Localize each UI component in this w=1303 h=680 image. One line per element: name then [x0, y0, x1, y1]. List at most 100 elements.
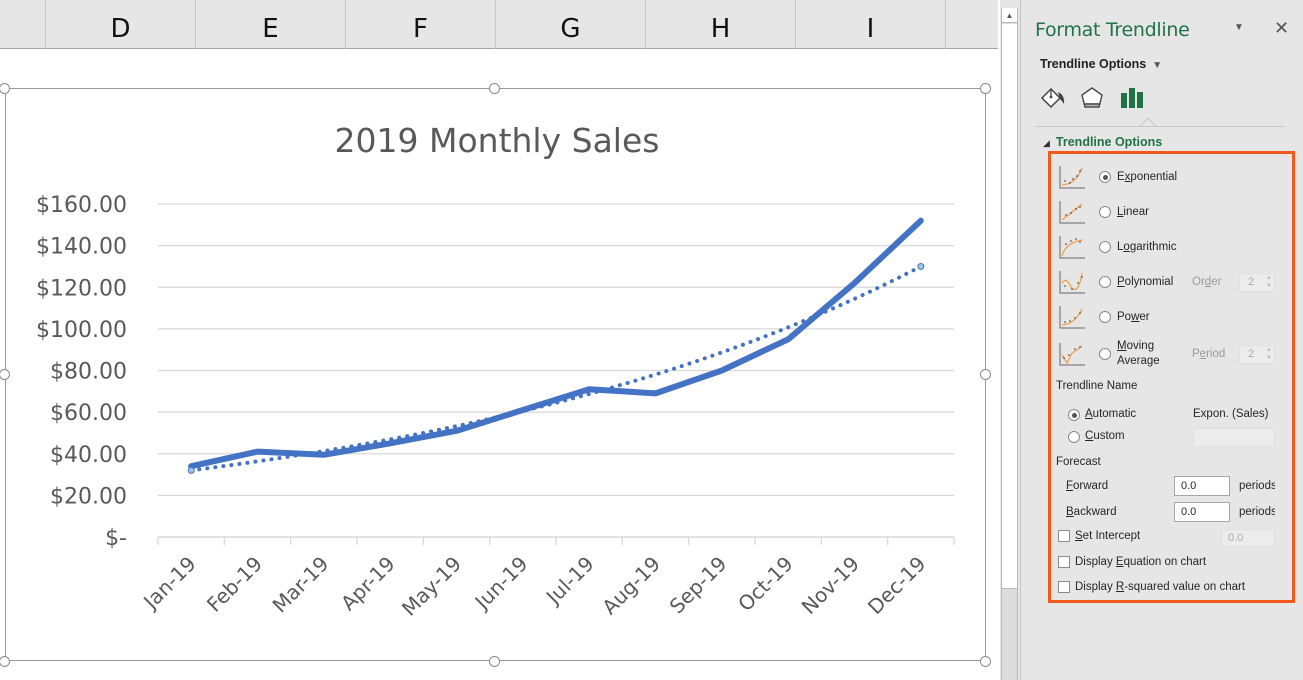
pane-options-dropdown-icon[interactable]: ▼: [1234, 22, 1244, 33]
trendline-type-power[interactable]: Power: [1058, 304, 1150, 330]
resize-handle-top-right[interactable]: [980, 83, 991, 94]
y-tick-label: $160.00: [36, 193, 127, 218]
label-power: Power: [1117, 311, 1150, 323]
x-tick-label: Oct-19: [733, 552, 798, 617]
radio-automatic[interactable]: [1068, 409, 1080, 421]
forward-periods-input[interactable]: 0.0: [1174, 476, 1230, 496]
x-tick-label: May-19: [397, 552, 466, 621]
column-header-i[interactable]: I: [795, 0, 945, 49]
radio-exponential[interactable]: [1099, 171, 1111, 183]
backward-periods-input[interactable]: 0.0: [1174, 502, 1230, 522]
collapse-triangle-icon: ◢: [1043, 138, 1050, 148]
x-tick-label: Mar-19: [268, 552, 334, 618]
column-header-partial[interactable]: [945, 0, 998, 49]
scroll-up-arrow-icon[interactable]: ▲: [1002, 8, 1017, 23]
options-category-label: Trendline Options: [1040, 57, 1147, 71]
close-icon[interactable]: ✕: [1274, 18, 1289, 39]
spinner-arrows-icon[interactable]: ▲ ▼: [1266, 274, 1272, 290]
label-automatic: Automatic: [1085, 408, 1137, 420]
series-line-sales: [188, 217, 924, 470]
bar-chart-icon[interactable]: [1118, 84, 1146, 112]
line-chart: 2019 Monthly Sales $- $20.00 $40.00 $60.00 $…: [36, 121, 955, 621]
resize-handle-bottom-left[interactable]: [0, 656, 10, 667]
power-trend-icon: [1059, 306, 1085, 329]
y-tick-label: $60.00: [50, 401, 127, 426]
display-equation-checkbox[interactable]: [1058, 556, 1070, 568]
radio-power[interactable]: [1099, 311, 1111, 323]
radio-custom[interactable]: [1068, 431, 1080, 443]
trendline-exponential: [189, 264, 923, 473]
y-tick-label: $40.00: [50, 443, 127, 468]
x-tick-label: Jun-19: [469, 552, 533, 616]
label-logarithmic: Logarithmic: [1117, 241, 1177, 253]
trendline-type-polynomial[interactable]: Polynomial: [1058, 269, 1173, 295]
column-header-d[interactable]: D: [45, 0, 195, 49]
order-value: 2: [1248, 276, 1255, 288]
spinner-arrows-icon[interactable]: ▲ ▼: [1266, 346, 1272, 362]
chart-area[interactable]: 2019 Monthly Sales $- $20.00 $40.00 $60.00 $…: [5, 88, 986, 661]
period-spinner[interactable]: 2 ▲ ▼: [1239, 345, 1275, 364]
radio-logarithmic[interactable]: [1099, 241, 1111, 253]
set-intercept-label: Set Intercept: [1075, 530, 1141, 542]
column-header-bar: D E F G H I: [0, 0, 998, 49]
resize-handle-bottom-right[interactable]: [980, 656, 991, 667]
y-tick-label: $80.00: [50, 360, 127, 385]
radio-moving-average[interactable]: [1099, 348, 1111, 360]
column-header-h[interactable]: H: [645, 0, 795, 49]
resize-handle-top[interactable]: [489, 83, 500, 94]
worksheet[interactable]: D E F G H I 2019 Monthly Sales $- $20.00 $…: [0, 0, 1000, 680]
column-header-f[interactable]: F: [345, 0, 495, 49]
y-tick-label: $100.00: [36, 318, 127, 343]
polynomial-trend-icon: [1059, 271, 1085, 294]
trendline-type-linear[interactable]: Linear: [1058, 199, 1149, 225]
section-title: Trendline Options: [1055, 135, 1163, 149]
column-header-e[interactable]: E: [195, 0, 345, 49]
x-tick-label: Feb-19: [202, 552, 267, 617]
linear-trend-icon: [1059, 201, 1085, 224]
trendline-type-logarithmic[interactable]: Logarithmic: [1058, 234, 1176, 260]
chart-title[interactable]: 2019 Monthly Sales: [335, 121, 660, 160]
set-intercept-checkbox[interactable]: [1058, 530, 1070, 542]
forward-label: Forward: [1066, 480, 1109, 492]
scrollbar-thumb[interactable]: [1002, 24, 1017, 589]
resize-handle-right[interactable]: [980, 369, 991, 380]
trendline-type-exponential[interactable]: Exponential: [1058, 164, 1177, 190]
y-tick-label: $120.00: [36, 276, 127, 301]
trendline-end-handle: [917, 262, 925, 270]
label-period: Period: [1192, 348, 1226, 360]
label-moving-average: Moving Average: [1117, 340, 1160, 367]
display-rsquared-checkbox[interactable]: [1058, 581, 1070, 593]
intercept-input[interactable]: 0.0: [1221, 529, 1275, 547]
column-header-g[interactable]: G: [495, 0, 645, 49]
trendline-name-label: Trendline Name: [1056, 380, 1138, 392]
order-spinner[interactable]: 2 ▲ ▼: [1239, 273, 1275, 292]
label-custom: Custom: [1085, 430, 1125, 442]
pentagon-effects-icon[interactable]: [1078, 84, 1106, 112]
backward-unit: periods: [1239, 506, 1275, 518]
y-tick-label: $-: [105, 526, 127, 551]
label-exponential: Exponential: [1117, 171, 1178, 183]
section-trendline-options[interactable]: ◢ Trendline Options: [1043, 135, 1162, 149]
y-tick-label: $20.00: [50, 484, 127, 509]
trendline-type-moving-average[interactable]: Moving Average: [1058, 340, 1160, 367]
custom-name-input[interactable]: [1193, 428, 1275, 447]
x-tick-label: Jan-19: [137, 552, 200, 615]
vertical-scrollbar[interactable]: ▲: [1001, 8, 1018, 680]
moving-average-trend-icon: [1059, 343, 1085, 366]
options-category-dropdown[interactable]: Trendline Options ▼: [1040, 57, 1162, 71]
forecast-label: Forecast: [1056, 456, 1101, 468]
radio-polynomial[interactable]: [1099, 276, 1111, 288]
resize-handle-bottom[interactable]: [489, 656, 500, 667]
x-axis: Jan-19 Feb-19 Mar-19 Apr-19May-19 Jun-19 Jul-…: [137, 536, 955, 621]
radio-linear[interactable]: [1099, 206, 1111, 218]
forward-unit: periods: [1239, 480, 1275, 492]
x-tick-label: Dec-19: [863, 552, 930, 619]
backward-label: Backward: [1066, 506, 1117, 518]
paint-bucket-icon[interactable]: [1038, 84, 1066, 112]
trendline-start-handle: [187, 466, 195, 474]
chevron-down-icon: ▼: [1152, 60, 1163, 71]
label-linear: Linear: [1117, 206, 1149, 218]
period-value: 2: [1248, 348, 1255, 360]
y-tick-label: $140.00: [36, 235, 127, 260]
x-tick-label: Nov-19: [797, 552, 864, 619]
